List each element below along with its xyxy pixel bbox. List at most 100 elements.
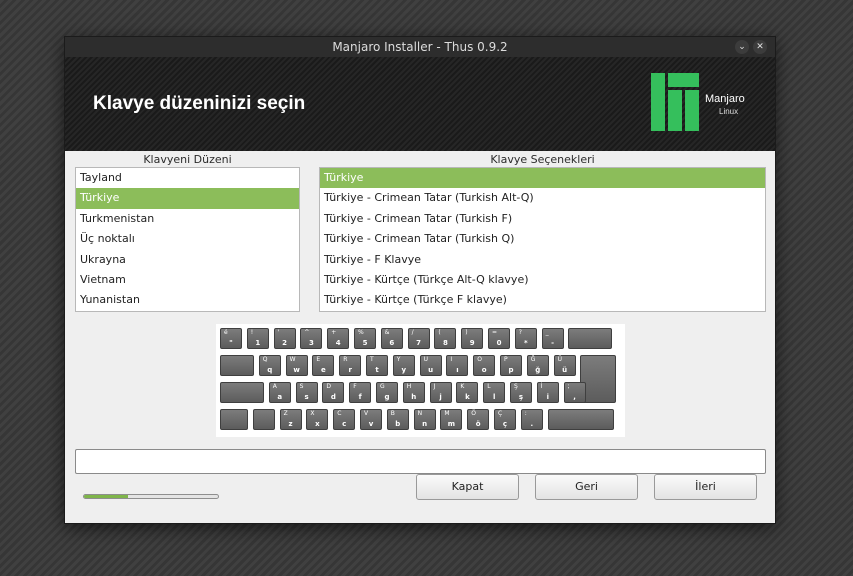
variant-list-item[interactable]: Türkiye - Crimean Tatar (Turkish Q): [320, 229, 765, 249]
key-label: r: [348, 366, 352, 374]
layout-list-item[interactable]: Yunanistan: [76, 290, 299, 310]
key-label: j: [439, 393, 442, 401]
key-shift-label: ': [277, 329, 280, 336]
layout-list-item[interactable]: Ukrayna: [76, 250, 299, 270]
key-shift-label: ;: [567, 383, 570, 390]
keyboard-key: /7: [407, 328, 430, 349]
key-shift-label: H: [406, 383, 412, 390]
key-label: 3: [308, 339, 314, 347]
key-label: c: [342, 420, 347, 428]
keyboard-key: Zz: [279, 409, 302, 430]
keyboard-key: ' 2: [273, 328, 296, 349]
variant-list-label: Klavye Seçenekleri: [490, 153, 595, 166]
key-shift-label: Ş: [514, 383, 518, 390]
keyboard-key: Ff: [349, 382, 372, 403]
key-shift-label: ^: [304, 329, 310, 336]
key-shift-label: %: [358, 329, 364, 336]
layout-list-item[interactable]: Türkiye: [76, 188, 299, 209]
keyboard-key: Hh: [402, 382, 425, 403]
key-shift-label: O: [477, 356, 482, 363]
key-label: x: [315, 420, 320, 428]
key-label: h: [411, 393, 417, 401]
key-shift-label: B: [390, 410, 395, 417]
layout-list-item[interactable]: Tayland: [76, 168, 299, 188]
keyboard-key: Vv: [360, 409, 382, 430]
keyboard-key: Aa: [268, 382, 291, 403]
key-label: 9: [469, 339, 475, 347]
key-shift-label: S: [299, 383, 304, 390]
key-label: b: [395, 420, 401, 428]
key-label: ü: [562, 366, 568, 374]
variant-list-item[interactable]: Türkiye - Crimean Tatar (Turkish Alt-Q): [320, 188, 765, 208]
key-label: ": [229, 339, 233, 347]
next-button[interactable]: İleri: [654, 474, 757, 500]
key-shift-label: Ü: [557, 356, 562, 363]
close-button[interactable]: Kapat: [416, 474, 519, 500]
keyboard-key: Qq: [258, 355, 281, 376]
key-label: n: [422, 420, 428, 428]
keyboard-key: Ee: [312, 355, 335, 376]
keyboard-key: Cc: [333, 409, 356, 430]
key-label: o: [481, 366, 487, 374]
close-icon[interactable]: ✕: [753, 40, 767, 54]
keyboard-key: Rr: [339, 355, 362, 376]
keyboard-key: Nn: [413, 409, 436, 430]
keyboard-key: Öö: [467, 409, 490, 430]
key-shift-label: D: [326, 383, 332, 390]
keyboard-key: ^ 3: [300, 328, 323, 349]
keyboard-key: Oo: [473, 355, 496, 376]
keyboard-key: Ss: [295, 382, 318, 403]
key-label: i: [546, 393, 549, 401]
keyboard-key: Ll: [483, 382, 506, 403]
key-label: a: [277, 393, 283, 401]
keyboard-key: Tt: [366, 355, 388, 376]
manjaro-logo: Manjaro Linux: [651, 73, 751, 131]
key-label: 7: [416, 339, 422, 347]
key-label: v: [368, 420, 374, 428]
keyboard-key: (8: [434, 328, 457, 349]
key-shift-label: !: [250, 329, 254, 336]
key-label: ğ: [535, 366, 541, 374]
key-shift-label: é: [224, 329, 228, 336]
key-shift-label: M: [444, 410, 450, 417]
keyboard-key: Çç: [494, 409, 516, 430]
variant-list-item[interactable]: Türkiye - Crimean Tatar (Turkish F): [320, 209, 765, 229]
layout-list-item[interactable]: Turkmenistan: [76, 209, 299, 229]
keyboard-key: ) 9: [461, 328, 484, 349]
variant-list[interactable]: Türkiye Türkiye - Crimean Tatar (Turkish …: [319, 167, 766, 312]
key-label: k: [465, 393, 470, 401]
keyboard-key: Üü: [553, 355, 576, 376]
keyboard-key: _ -: [541, 328, 564, 349]
back-button[interactable]: Geri: [535, 474, 638, 500]
key-label: q: [267, 366, 273, 374]
minimize-icon[interactable]: ⌄: [735, 40, 749, 54]
key-label: 6: [389, 339, 395, 347]
key-label: 4: [335, 339, 341, 347]
variant-list-item[interactable]: Türkiye - F Klavye: [320, 250, 765, 270]
layout-list[interactable]: Tayland Türkiye Turkmenistan Üç noktalı Ukra…: [75, 167, 300, 312]
key-shift-label: =: [492, 329, 498, 336]
keyboard-key: Xx: [306, 409, 329, 430]
keyboard-key: ? *: [514, 328, 537, 349]
keyboard-key: Bb: [386, 409, 409, 430]
variant-list-item[interactable]: Türkiye - Kürtçe (Türkçe Alt-Q klavye): [320, 270, 765, 290]
variant-list-item[interactable]: Türkiye: [320, 168, 765, 189]
key-shift-label: E: [316, 356, 321, 363]
key-shift-label: C: [337, 410, 342, 417]
key-shift-label: L: [487, 383, 491, 390]
key-shift-label: İ: [540, 383, 543, 390]
keyboard-test-input[interactable]: [75, 449, 766, 474]
keyboard-key: Iı: [446, 355, 469, 376]
content-area: Klavyeni Düzeni Tayland Türkiye Turkmenist…: [65, 151, 775, 523]
layout-list-item[interactable]: Vietnam: [76, 270, 299, 290]
keyboard-key: Yy: [392, 355, 415, 376]
layout-list-item[interactable]: Üç noktalı: [76, 229, 299, 249]
key-label: u: [428, 366, 434, 374]
key-shift-label: X: [310, 410, 315, 417]
variant-list-item[interactable]: Türkiye - Kürtçe (Türkçe F klavye): [320, 290, 765, 310]
progress-fill: [84, 495, 129, 498]
keyboard-key: % 5: [354, 328, 376, 349]
key-label: l: [492, 393, 496, 401]
keyboard-key: [252, 409, 275, 430]
key-shift-label: R: [343, 356, 348, 363]
